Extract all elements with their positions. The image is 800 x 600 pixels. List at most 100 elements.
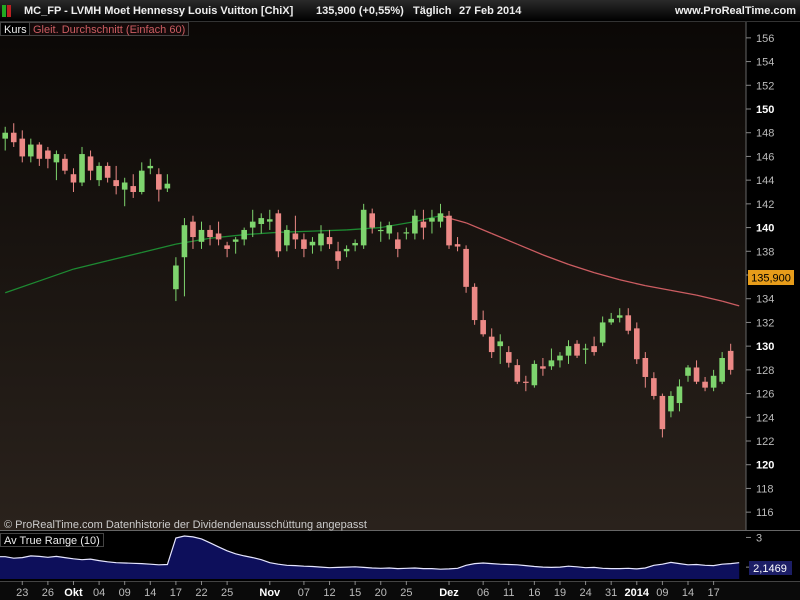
candle-body (232, 239, 239, 242)
candle-body (79, 154, 85, 183)
price-tick-label: 154 (756, 57, 774, 69)
legend-atr[interactable]: Av True Range (10) (0, 533, 104, 547)
price-tick-label: 156 (756, 33, 774, 45)
time-tick-label: 17 (170, 587, 182, 599)
chart-icon-red (7, 5, 11, 17)
time-tick-label: 09 (656, 587, 668, 599)
candle-body (727, 350, 734, 370)
candle-body (685, 367, 691, 376)
time-tick-label: 14 (682, 587, 694, 599)
candle-body (531, 363, 538, 386)
candle-body (463, 248, 469, 287)
candle-body (548, 360, 555, 367)
candle-body (505, 352, 512, 363)
time-tick-label: Nov (259, 587, 281, 599)
candle (275, 209, 282, 258)
legend-sma[interactable]: Gleit. Durchschnitt (Einfach 60) (29, 22, 190, 36)
candle-body (121, 182, 128, 190)
time-tick-label: 23 (16, 587, 28, 599)
candle (531, 360, 538, 388)
price-tick-label: 138 (756, 246, 774, 258)
price-change: 135,900 (+0,55%) (316, 5, 404, 17)
price-tick-label: 126 (756, 389, 774, 401)
price-tick-label: 142 (756, 199, 774, 211)
candle-body (53, 154, 60, 163)
price-tick-label: 122 (756, 436, 774, 448)
candle-body (514, 365, 521, 382)
candle-body (284, 229, 290, 246)
price-tick-label: 120 (756, 460, 774, 472)
time-tick-label: Okt (64, 587, 83, 599)
candle-body (565, 346, 572, 356)
current-price-label: 135,900 (751, 273, 791, 285)
candle-body (130, 186, 137, 192)
candle-body (292, 233, 299, 240)
candle-body (96, 165, 102, 181)
time-tick-label: 15 (349, 587, 361, 599)
candle-body (335, 251, 341, 261)
candle-body (343, 248, 350, 252)
price-tick-label: 118 (756, 483, 774, 495)
candle-body (591, 346, 597, 353)
candle-body (377, 229, 384, 232)
candle-body (275, 213, 282, 252)
candle-body (608, 318, 614, 323)
copyright-note: © ProRealTime.com Datenhistorie der Divi… (4, 519, 367, 531)
candle-body (471, 286, 478, 321)
price-tick-label: 124 (756, 412, 774, 424)
candle-body (437, 213, 444, 222)
title-bar: MC_FP - LVMH Moet Hennessy Louis Vuitton… (0, 0, 800, 22)
candle-body (369, 213, 376, 228)
candle-body (104, 165, 111, 178)
candle-body (258, 218, 265, 225)
time-tick-label: 26 (42, 587, 54, 599)
candle (360, 203, 367, 249)
candle-body (45, 150, 51, 159)
site-link[interactable]: www.ProRealTime.com (675, 5, 796, 17)
candle-body (454, 244, 461, 247)
candle-body (599, 322, 606, 343)
candle-body (138, 170, 145, 192)
atr-value-marker: 2,1469 (749, 561, 792, 575)
legend-price[interactable]: Kurs (0, 22, 31, 36)
time-tick-label: 17 (707, 587, 719, 599)
candle (463, 245, 469, 293)
candle-body (318, 233, 324, 246)
candle-body (582, 348, 589, 350)
candle-body (207, 229, 213, 238)
candle-body (480, 320, 486, 335)
candle-body (488, 336, 495, 353)
candle-body (523, 381, 529, 383)
time-tick-label: 25 (400, 587, 412, 599)
price-tick-label: 140 (756, 223, 774, 235)
candle (471, 283, 478, 325)
candle-body (395, 239, 401, 249)
candle-body (540, 366, 546, 369)
candle (633, 322, 640, 364)
candle-body (266, 219, 273, 222)
candle-body (28, 144, 34, 157)
candle-body (249, 221, 256, 228)
candle-body (2, 132, 8, 139)
time-tick-label: 24 (579, 587, 591, 599)
candle-body (403, 232, 410, 234)
time-tick-label: 25 (221, 587, 233, 599)
candle-body (62, 158, 68, 171)
candle-body (412, 215, 418, 234)
price-tick-label: 116 (756, 507, 774, 519)
candle-body (616, 315, 623, 318)
candle-body (19, 138, 26, 157)
candle-body (156, 174, 162, 190)
price-tick-label: 148 (756, 128, 774, 140)
candle-body (676, 386, 683, 404)
price-tick-label: 144 (756, 175, 774, 187)
atr-tick-label: 3 (756, 532, 762, 544)
chart-area[interactable]: 1161181201221241261281301321341361381401… (0, 22, 800, 600)
candle-body (420, 221, 427, 228)
candle-body (164, 183, 171, 189)
candle-body (309, 241, 316, 246)
time-tick-label: 20 (375, 587, 387, 599)
candle-body (668, 395, 674, 412)
chart-window: MC_FP - LVMH Moet Hennessy Louis Vuitton… (0, 0, 800, 600)
time-tick-label: 12 (323, 587, 335, 599)
